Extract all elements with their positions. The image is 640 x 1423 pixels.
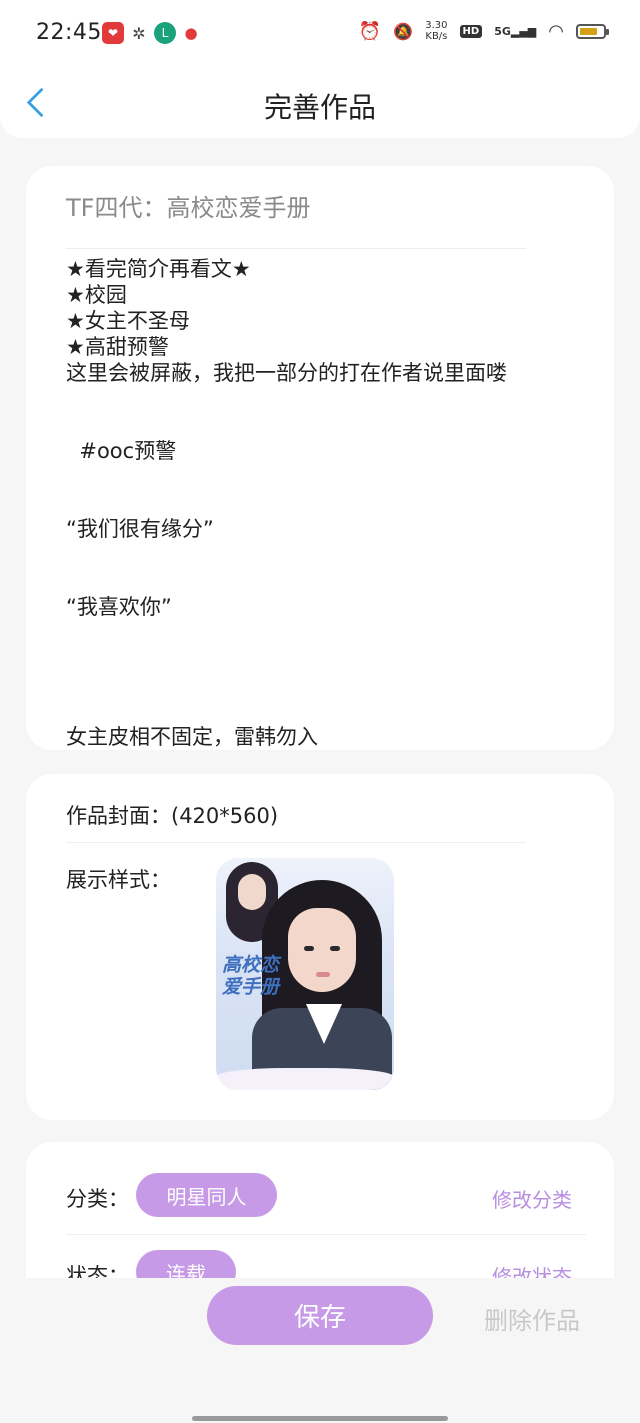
intro-line [66, 412, 586, 438]
intro-line: ★看完简介再看文★ [66, 257, 251, 281]
intro-line: ★女主不圣母 [66, 309, 190, 333]
alarm-icon: ⏰ [358, 20, 382, 42]
delete-work-button[interactable]: 删除作品 [484, 1301, 580, 1336]
divider [66, 1234, 586, 1235]
mute-icon: 🔕 [393, 21, 414, 41]
network-speed: 3.30 KB/s [425, 20, 448, 42]
cover-wave [216, 1068, 394, 1090]
save-button[interactable]: 保存 [207, 1286, 433, 1345]
hd-badge: HD [459, 24, 483, 38]
app-notification-icon: ❤ [102, 22, 124, 44]
cover-face-small [238, 874, 266, 910]
status-icons: ⏰ 🔕 3.30 KB/s HD 5G▂▄▆ ◠ [358, 20, 609, 42]
header-bar: 完善作品 [0, 66, 640, 138]
cover-image[interactable]: 高校恋爱手册 [216, 858, 394, 1090]
intro-line: “我们很有缘分” [66, 517, 214, 541]
intro-line: #ooc预警 [66, 439, 177, 463]
divider [66, 248, 526, 249]
divider [66, 842, 526, 843]
intro-line [66, 620, 586, 646]
battery-icon [576, 23, 609, 39]
cover-card: 作品封面：(420*560) 展示样式： 高校恋爱手册 [26, 774, 614, 1120]
cover-label: 作品封面：(420*560) [66, 804, 279, 828]
bottom-action-bar: 保存 删除作品 [0, 1278, 640, 1423]
signal-icon: 5G▂▄▆ [494, 24, 537, 38]
intro-line: ★校园 [66, 283, 127, 307]
work-intro-textarea[interactable]: ★看完简介再看文★ ★校园 ★女主不圣母 ★高甜预警 这里会被屏蔽，我把一部分的打在作者… [66, 256, 586, 750]
cover-title-text: 高校恋爱手册 [222, 954, 280, 998]
intro-line [66, 568, 586, 594]
display-style-label: 展示样式： [66, 868, 171, 892]
cover-face [288, 908, 356, 992]
cover-eye [304, 946, 314, 951]
clock: 22:45 [36, 20, 102, 45]
status-bar: 22:45 ❤ ✲ L ● ⏰ 🔕 3.30 KB/s HD 5G▂▄▆ ◠ [0, 0, 640, 66]
work-title-field[interactable]: TF四代：高校恋爱手册 [66, 188, 310, 223]
intro-line: 这里会被屏蔽，我把一部分的打在作者说里面喽 [66, 361, 507, 385]
app-l-icon: L [154, 22, 176, 44]
cover-eye [330, 946, 340, 951]
cover-lip [316, 972, 330, 977]
edit-category-link[interactable]: 修改分类 [492, 1184, 572, 1213]
intro-line: ★高甜预警 [66, 335, 169, 359]
intro-line [66, 542, 586, 568]
intro-line [66, 672, 586, 698]
category-label: 分类： [66, 1187, 129, 1211]
wechat-icon: ✲ [132, 23, 146, 43]
wifi-icon: ◠ [548, 20, 564, 42]
intro-line [66, 386, 586, 412]
work-info-card: TF四代：高校恋爱手册 ★看完简介再看文★ ★校园 ★女主不圣母 ★高甜预警 这里会被屏… [26, 166, 614, 750]
intro-line: 女主皮相不固定，雷韩勿入 [66, 725, 318, 749]
location-pin-icon: ● [184, 24, 198, 42]
intro-line: “我喜欢你” [66, 595, 172, 619]
intro-line [66, 490, 586, 516]
intro-line [66, 698, 586, 724]
intro-line [66, 464, 586, 490]
intro-line [66, 646, 586, 672]
page-title: 完善作品 [263, 91, 376, 124]
category-tag[interactable]: 明星同人 [136, 1173, 277, 1217]
home-indicator[interactable] [192, 1416, 448, 1421]
